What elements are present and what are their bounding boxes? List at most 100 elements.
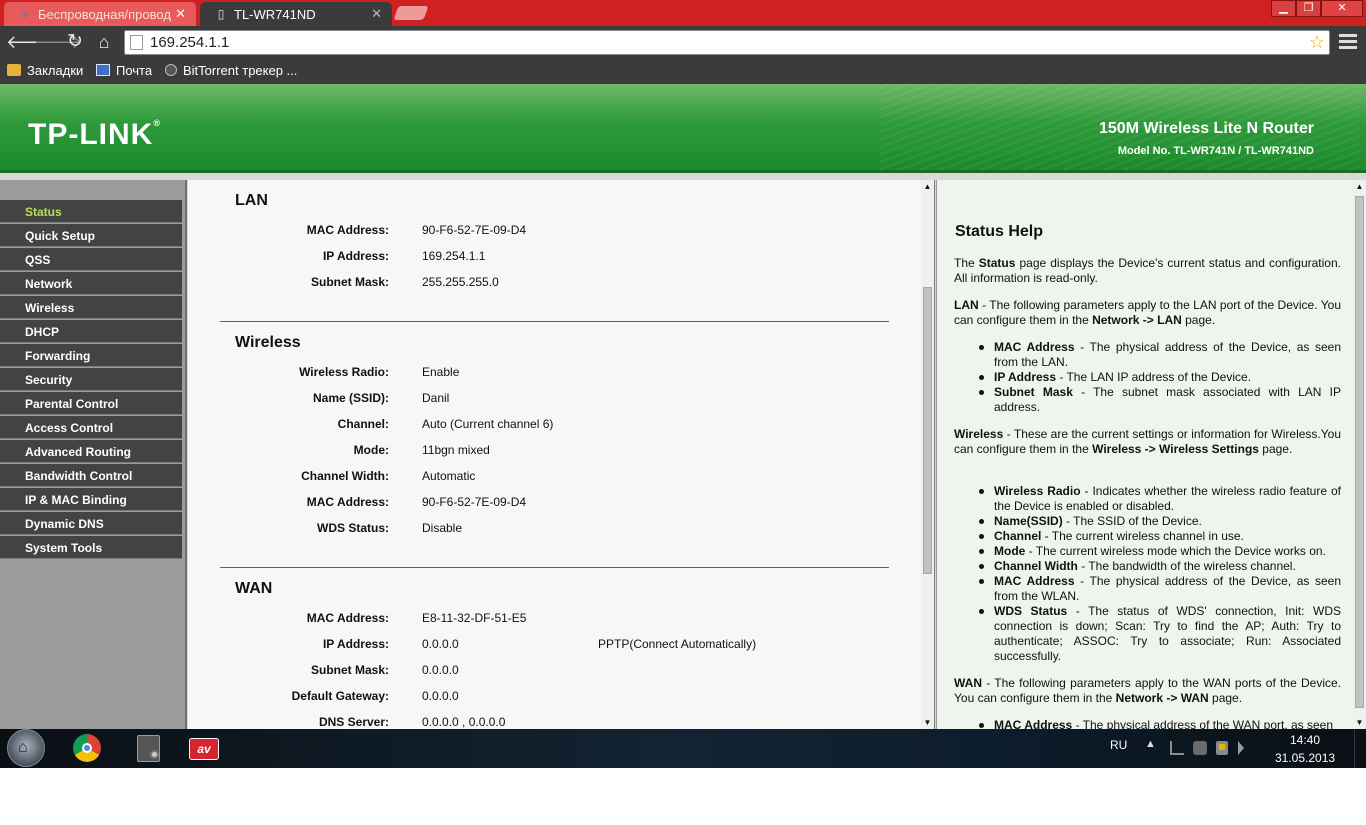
bullet [979, 390, 984, 395]
bullet [979, 609, 984, 614]
browser-toolbar: 🡐 🡒 ↻ ⌂ 169.254.1.1 ☆ [0, 26, 1366, 58]
wan-connection-type: PPTP(Connect Automatically) [598, 637, 757, 651]
show-desktop-button[interactable] [1354, 729, 1366, 768]
bullet [979, 579, 984, 584]
bookmark-bittorrent[interactable]: BitTorrent трекер ... [165, 63, 297, 78]
help-title: Status Help [955, 223, 1044, 240]
menu-item-network[interactable]: Network [0, 272, 182, 295]
help-wan: WAN - The following parameters apply to … [954, 676, 1341, 705]
start-button[interactable]: ⌂ [7, 729, 45, 767]
menu-item-advanced-routing[interactable]: Advanced Routing [0, 440, 182, 463]
wireless-section-title: Wireless [235, 334, 301, 351]
wan-ip-value: 0.0.0.0 [422, 637, 459, 651]
ssid-label: Name (SSID): [312, 391, 389, 405]
taskbar-chrome[interactable] [70, 731, 106, 767]
tab-close-icon[interactable]: ✕ [175, 6, 186, 22]
tab-title: Беспроводная/провод [38, 7, 171, 22]
close-window-button[interactable]: ✕ [1321, 0, 1363, 17]
scroll-thumb[interactable] [1355, 196, 1364, 708]
maximize-button[interactable]: ❐ [1296, 0, 1321, 17]
wds-status-label: WDS Status: [317, 521, 389, 535]
help-scrollbar[interactable]: ▲ ▼ [1353, 180, 1366, 729]
channel-width-label: Channel Width: [301, 469, 389, 483]
address-bar[interactable]: 169.254.1.1 ☆ [124, 30, 1330, 55]
scroll-down-icon[interactable]: ▼ [1353, 716, 1366, 729]
scroll-up-icon[interactable]: ▲ [1353, 180, 1366, 193]
channel-value: Auto (Current channel 6) [422, 417, 554, 431]
minimize-button[interactable]: ▁ [1271, 0, 1296, 17]
menu-item-parental-control[interactable]: Parental Control [0, 392, 182, 415]
scroll-up-icon[interactable]: ▲ [921, 180, 934, 193]
bookmark-label: Закладки [27, 63, 84, 78]
page-viewport: TP-LINK® 150M Wireless Lite N Router Mod… [0, 84, 1366, 729]
section-divider [220, 567, 889, 568]
help-wireless-item: Name(SSID) - The SSID of the Device. [994, 514, 1202, 528]
product-name: 150M Wireless Lite N Router [1098, 120, 1314, 137]
tab-close-icon[interactable]: ✕ [371, 6, 382, 22]
bullet [979, 489, 984, 494]
model-number: Model No. TL-WR741N / TL-WR741ND [1117, 145, 1314, 157]
help-lan-item: MAC Address - The physical address of th… [994, 340, 1342, 369]
menu-item-forwarding[interactable]: Forwarding [0, 344, 182, 367]
main-menu: Status Quick Setup QSS Network Wireless … [0, 180, 187, 729]
lan-section-title: LAN [235, 192, 268, 209]
bullet [979, 519, 984, 524]
menu-item-qss[interactable]: QSS [0, 248, 182, 271]
menu-item-security[interactable]: Security [0, 368, 182, 391]
wireless-radio-value: Enable [422, 365, 460, 379]
browser-tab-2[interactable]: ▯ TL-WR741ND ✕ [200, 2, 392, 26]
wireless-mac-label: MAC Address: [306, 495, 389, 509]
taskbar-speaker-app[interactable] [132, 731, 168, 767]
menu-item-status[interactable]: Status [0, 200, 182, 223]
mode-value: 11bgn mixed [422, 443, 490, 457]
bullet [979, 375, 984, 380]
clock-time[interactable]: 14:40 [1290, 733, 1320, 747]
menu-item-quick-setup[interactable]: Quick Setup [0, 224, 182, 247]
screen: ⋎ Беспроводная/провод ✕ ▯ TL-WR741ND ✕ ▁… [0, 0, 1366, 768]
menu-item-dynamic-dns[interactable]: Dynamic DNS [0, 512, 182, 535]
browser-tab-1[interactable]: ⋎ Беспроводная/провод ✕ [4, 2, 196, 26]
browser-menu-icon[interactable] [1339, 34, 1357, 52]
browser-tab-strip: ⋎ Беспроводная/провод ✕ ▯ TL-WR741ND ✕ ▁… [0, 0, 1366, 26]
lan-mask-value: 255.255.255.0 [422, 275, 499, 289]
bookmark-folder[interactable]: Закладки [7, 63, 83, 78]
page-icon [130, 35, 143, 50]
menu-item-ip-mac-binding[interactable]: IP & MAC Binding [0, 488, 182, 511]
bookmark-star-icon[interactable]: ☆ [1309, 32, 1325, 53]
router-header: TP-LINK® 150M Wireless Lite N Router Mod… [0, 84, 1366, 173]
reload-icon[interactable]: ↻ [64, 31, 86, 53]
help-intro: The Status page displays the Device's cu… [954, 256, 1341, 285]
url-text[interactable]: 169.254.1.1 [150, 34, 229, 51]
home-icon[interactable]: ⌂ [93, 31, 115, 53]
help-panel: Status Help The Status page displays the… [936, 180, 1366, 729]
bookmark-mail[interactable]: Почта [96, 63, 152, 78]
bittorrent-icon [165, 64, 177, 76]
wan-gateway-label: Default Gateway: [291, 689, 389, 703]
menu-item-bandwidth-control[interactable]: Bandwidth Control [0, 464, 182, 487]
network-icon[interactable] [1170, 741, 1184, 755]
menu-item-dhcp[interactable]: DHCP [0, 320, 182, 343]
tray-app-icon[interactable] [1193, 741, 1207, 755]
scroll-down-icon[interactable]: ▼ [921, 716, 934, 729]
menu-item-access-control[interactable]: Access Control [0, 416, 182, 439]
content-scrollbar[interactable]: ▲ ▼ [921, 180, 934, 729]
back-arrow-icon[interactable]: 🡐 [6, 31, 54, 53]
wan-dns-label: DNS Server: [318, 715, 389, 729]
battery-icon[interactable] [1216, 741, 1228, 755]
help-wireless-item: Channel Width - The bandwidth of the wir… [994, 559, 1296, 573]
menu-item-wireless[interactable]: Wireless [0, 296, 182, 319]
taskbar-av-app[interactable]: av [187, 731, 223, 767]
clock-date[interactable]: 31.05.2013 [1275, 751, 1335, 765]
wan-mask-label: Subnet Mask: [310, 663, 389, 677]
bookmark-label: BitTorrent трекер ... [183, 63, 298, 78]
new-tab-button[interactable] [393, 6, 429, 20]
scroll-thumb[interactable] [923, 287, 932, 574]
menu-item-system-tools[interactable]: System Tools [0, 536, 182, 559]
volume-icon[interactable] [1238, 741, 1244, 755]
wan-gateway-value: 0.0.0.0 [422, 689, 459, 703]
forward-arrow-icon[interactable]: 🡒 [34, 31, 82, 53]
tray-expand-icon[interactable]: ▲ [1145, 738, 1156, 750]
help-wireless: Wireless - These are the current setting… [954, 427, 1341, 456]
bullet [979, 549, 984, 554]
language-indicator[interactable]: RU [1110, 738, 1127, 752]
